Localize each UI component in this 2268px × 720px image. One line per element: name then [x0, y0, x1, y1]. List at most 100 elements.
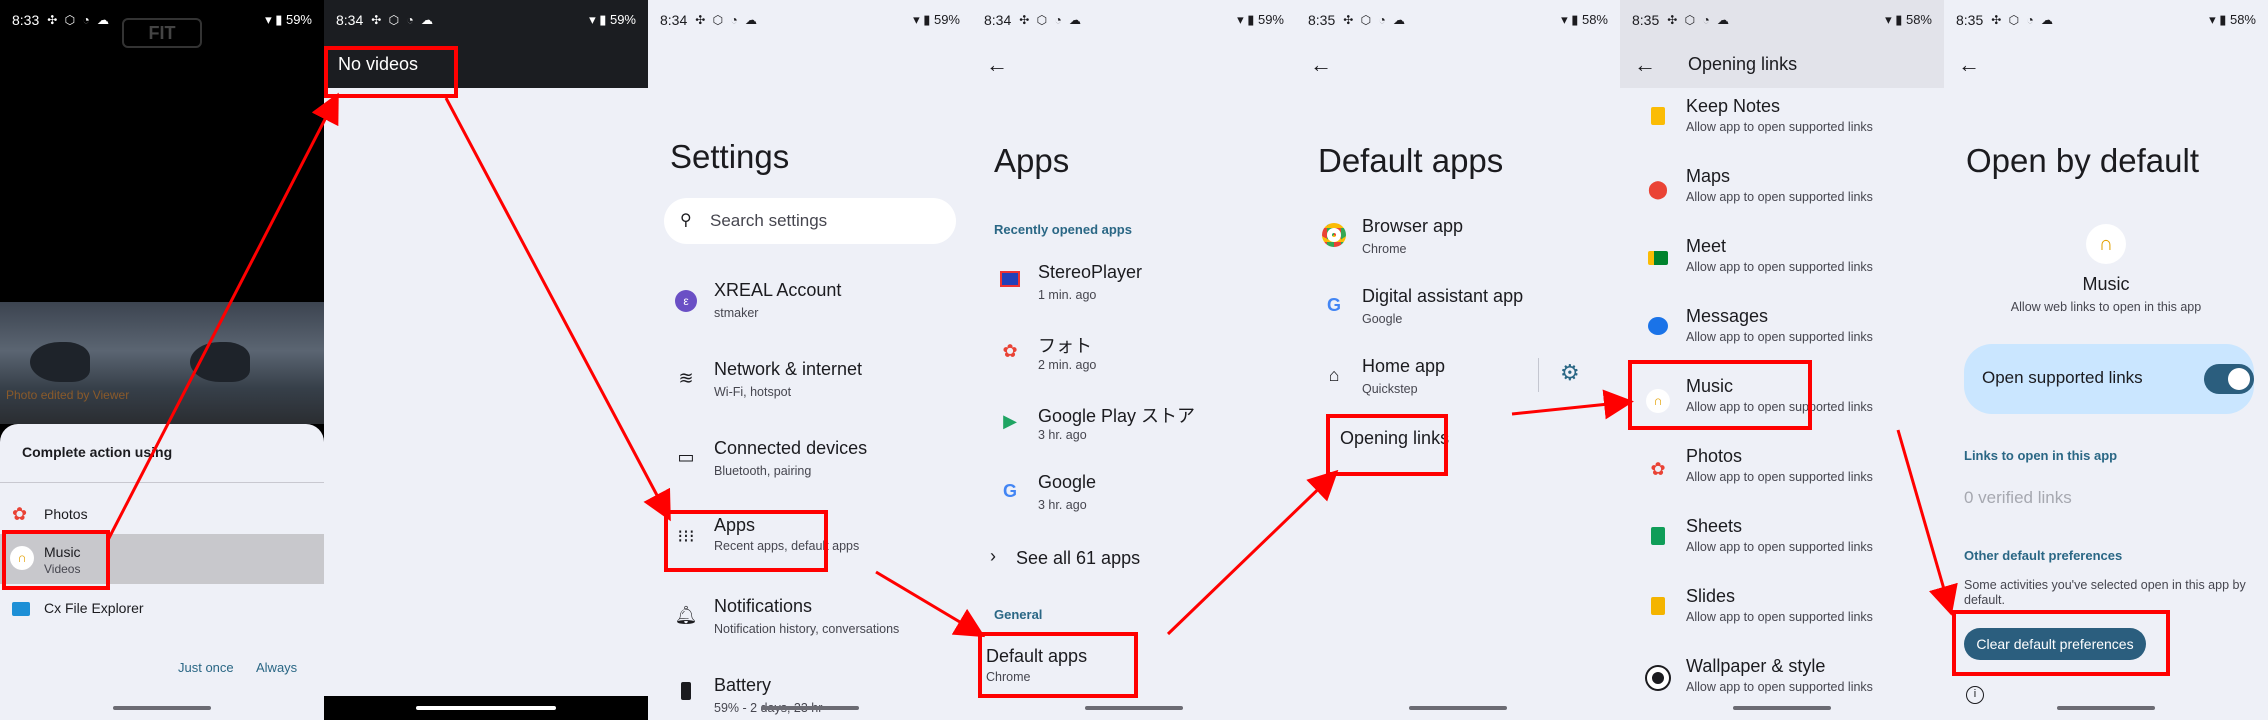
- highlight-no-videos: [324, 46, 458, 98]
- panel-chooser: 8:33 ✣ ⬡ ◔ ☁ ▾ ▮ 59% FIT Photo edited by…: [0, 0, 324, 720]
- search-bar[interactable]: ⚲ Search settings: [664, 198, 956, 244]
- just-once-button[interactable]: Just once: [178, 660, 234, 675]
- status-battery: ▾ ▮ 59%: [589, 12, 636, 27]
- settings-item-connected[interactable]: ▭ Connected devices Bluetooth, pairing: [648, 422, 972, 492]
- app-item-stereoplayer[interactable]: StereoPlayer 1 min. ago: [972, 246, 1296, 316]
- default-item-home[interactable]: ⌂ Home app Quickstep ⚙: [1296, 340, 1620, 410]
- item-label: Network & internet: [714, 359, 863, 379]
- page-title: Open by default: [1966, 142, 2199, 179]
- item-label: Battery: [714, 675, 772, 695]
- other-description: Some activities you've selected open in …: [1964, 578, 2246, 607]
- toggle-switch[interactable]: [2204, 364, 2254, 394]
- item-label: XREAL Account: [714, 280, 842, 300]
- back-arrow-icon[interactable]: ←: [1958, 52, 1980, 78]
- section-links: Links to open in this app: [1964, 448, 2118, 463]
- search-placeholder: Search settings: [710, 211, 828, 230]
- app-item-play-store[interactable]: ▶ Google Play ストア 3 hr. ago: [972, 386, 1296, 456]
- settings-item-xreal[interactable]: ε XREAL Account stmaker: [648, 264, 972, 334]
- link-app-messages[interactable]: Messages Allow app to open supported lin…: [1620, 294, 1944, 364]
- photos-icon: ✿: [12, 504, 28, 524]
- status-bar: 8:35 ✣ ⬡ ◔ ☁ ▾ ▮ 58%: [1620, 0, 1944, 40]
- link-app-meet[interactable]: Meet Allow app to open supported links: [1620, 224, 1944, 294]
- app-description: Allow web links to open in this app: [2010, 300, 2202, 314]
- highlight-default-apps: [978, 632, 1138, 698]
- item-label: Sheets: [1686, 516, 1743, 536]
- sheet-divider: [0, 482, 324, 483]
- see-all-apps[interactable]: › See all 61 apps: [972, 536, 1296, 580]
- default-item-assistant[interactable]: G Digital assistant app Google: [1296, 270, 1620, 340]
- status-bar: 8:34 ✣ ⬡ ◔ ☁ ▾ ▮ 59%: [972, 0, 1296, 40]
- status-icons: ✣ ⬡ ◔ ☁: [371, 13, 436, 27]
- status-time: 8:33: [12, 12, 40, 28]
- highlight-music: [2, 530, 110, 590]
- nav-handle[interactable]: [1409, 706, 1507, 710]
- back-arrow-icon[interactable]: ←: [1310, 52, 1332, 78]
- always-button[interactable]: Always: [256, 660, 297, 675]
- video-figure-2: [190, 342, 250, 382]
- option-photos[interactable]: ✿ Photos: [0, 494, 324, 534]
- status-bar: 8:35 ✣ ⬡ ◔ ☁ ▾ ▮ 58%: [1296, 0, 1620, 40]
- item-sub: 3 hr. ago: [1038, 498, 1087, 512]
- app-item-google[interactable]: G Google 3 hr. ago: [972, 456, 1296, 526]
- nav-handle[interactable]: [416, 706, 556, 710]
- page-title: Apps: [994, 142, 1070, 179]
- link-app-wallpaper[interactable]: Wallpaper & style Allow app to open supp…: [1620, 644, 1944, 714]
- status-time: 8:34: [984, 12, 1012, 28]
- item-sub: Allow app to open supported links: [1686, 540, 1873, 554]
- link-app-slides[interactable]: Slides Allow app to open supported links: [1620, 574, 1944, 644]
- back-arrow-icon[interactable]: ←: [986, 52, 1008, 78]
- settings-item-battery[interactable]: Battery 59% - 2 days, 23 hr: [648, 659, 972, 720]
- item-label: Slides: [1686, 586, 1736, 606]
- item-sub: Chrome: [1362, 242, 1407, 256]
- account-icon: ε: [674, 287, 698, 312]
- item-sub: Allow app to open supported links: [1686, 330, 1873, 344]
- link-app-photos[interactable]: ✿ Photos Allow app to open supported lin…: [1620, 434, 1944, 504]
- wallpaper-icon: [1646, 667, 1670, 691]
- back-arrow-icon[interactable]: ←: [1634, 52, 1656, 78]
- chevron-right-icon: ›: [990, 546, 996, 566]
- settings-item-network[interactable]: ≋ Network & internet Wi-Fi, hotspot: [648, 343, 972, 413]
- panel-no-videos: 8:34 ✣ ⬡ ◔ ☁ ▾ ▮ 59% No videos: [324, 0, 648, 720]
- link-app-sheets[interactable]: Sheets Allow app to open supported links: [1620, 504, 1944, 574]
- open-supported-links-toggle-row[interactable]: Open supported links: [1964, 344, 2254, 414]
- meet-icon: [1646, 247, 1670, 271]
- nav-handle[interactable]: [113, 706, 211, 710]
- fit-label: FIT: [148, 23, 176, 43]
- status-battery: ▾ ▮ 58%: [1885, 12, 1932, 27]
- item-label: Connected devices: [714, 438, 868, 458]
- messages-icon: [1646, 317, 1670, 341]
- option-label: Photos: [44, 506, 88, 522]
- app-item-photos-jp[interactable]: ✿ フォト 2 min. ago: [972, 316, 1296, 386]
- info-icon[interactable]: i: [1966, 686, 1984, 704]
- nav-handle[interactable]: [761, 706, 859, 710]
- item-label: Browser app: [1362, 216, 1464, 236]
- item-sub: Allow app to open supported links: [1686, 190, 1873, 204]
- item-label: Google Play ストア: [1038, 406, 1196, 426]
- status-time: 8:34: [336, 12, 364, 28]
- video-figure-1: [30, 342, 90, 382]
- status-battery: ▾ ▮ 58%: [1561, 12, 1608, 27]
- fit-button[interactable]: FIT: [122, 18, 202, 48]
- item-label: Notifications: [714, 596, 813, 616]
- google-icon: G: [1326, 295, 1341, 315]
- home-icon: ⌂: [1328, 365, 1340, 385]
- link-app-maps[interactable]: ⬤ Maps Allow app to open supported links: [1620, 154, 1944, 224]
- status-battery: ▾ ▮ 59%: [1237, 12, 1284, 27]
- highlight-music-link: [1628, 360, 1812, 430]
- item-label: StereoPlayer: [1038, 262, 1143, 282]
- nav-handle[interactable]: [2057, 706, 2155, 710]
- slides-icon: [1646, 597, 1670, 621]
- gear-icon[interactable]: ⚙: [1560, 360, 1580, 386]
- default-item-browser[interactable]: Browser app Chrome: [1296, 200, 1620, 270]
- option-cx-file-explorer[interactable]: Cx File Explorer: [0, 592, 324, 632]
- stereoplayer-icon: [998, 269, 1022, 293]
- item-label: Digital assistant app: [1362, 286, 1524, 306]
- item-label: Messages: [1686, 306, 1769, 326]
- status-battery: ▾ ▮ 59%: [265, 12, 312, 27]
- link-app-keep-notes[interactable]: Keep Notes Allow app to open supported l…: [1620, 84, 1944, 154]
- nav-handle[interactable]: [1085, 706, 1183, 710]
- nav-handle[interactable]: [1733, 706, 1831, 710]
- settings-item-notifications[interactable]: 🔔︎ Notifications Notification history, c…: [648, 580, 972, 650]
- page-title: Opening links: [1688, 54, 1798, 74]
- search-icon: ⚲: [680, 212, 692, 229]
